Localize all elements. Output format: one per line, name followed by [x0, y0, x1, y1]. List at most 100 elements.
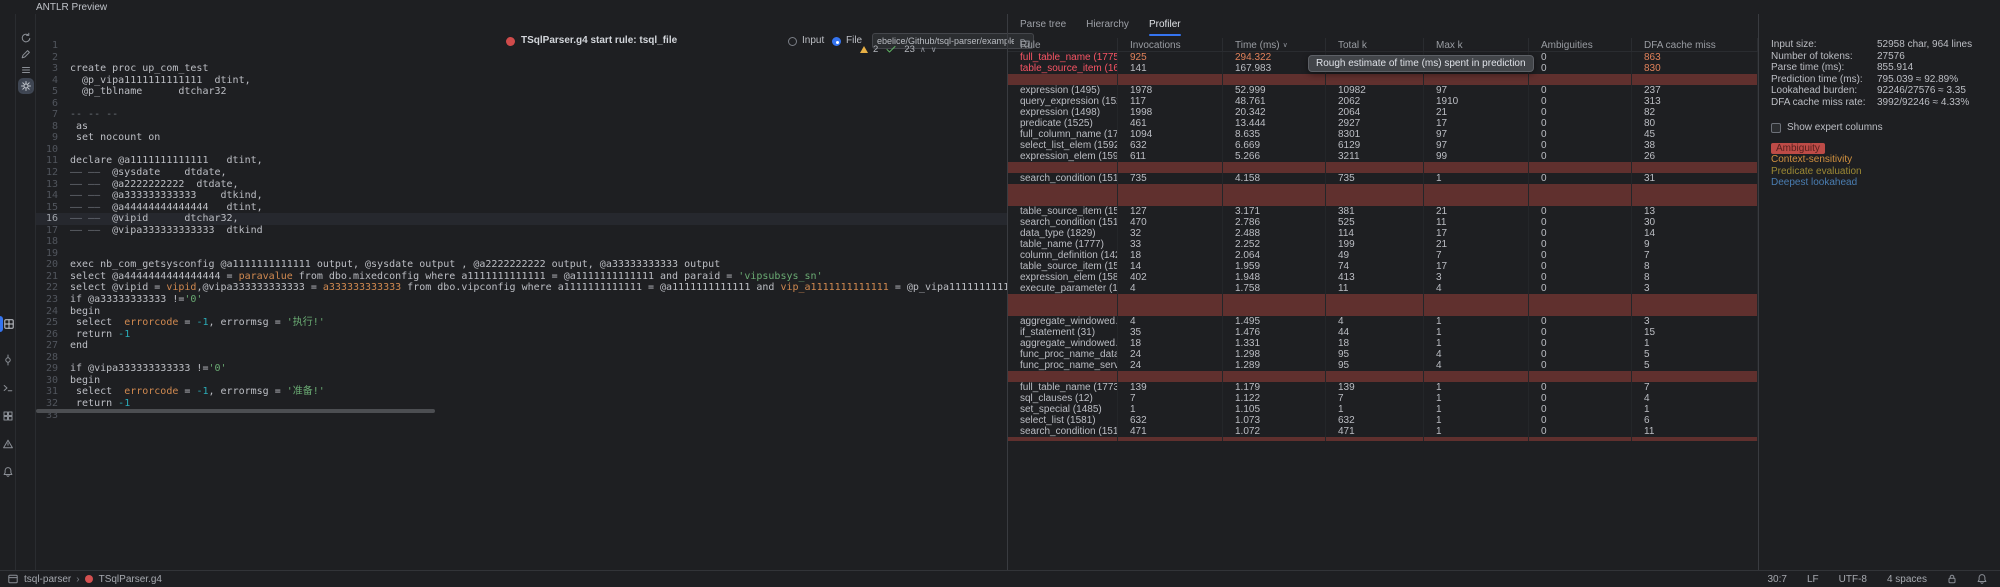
breadcrumb-project[interactable]: tsql-parser: [24, 574, 71, 585]
profiler-row[interactable]: full_table_name (1773)1391.179139107: [1008, 382, 1758, 393]
profiler-row[interactable]: search_condition (1517)4702.78652511030: [1008, 217, 1758, 228]
profiler-row[interactable]: full_column_name (17…10948.635830197045: [1008, 129, 1758, 140]
profiler-row[interactable]: [1008, 437, 1758, 441]
profiler-row[interactable]: [1008, 162, 1758, 173]
profiler-row[interactable]: expression_elem (1589)4021.948413308: [1008, 272, 1758, 283]
notifications-icon[interactable]: [2, 466, 14, 478]
gear-icon[interactable]: [20, 80, 32, 92]
layout-icon[interactable]: [5, 571, 21, 587]
code-line[interactable]: 22select @vipid = vipid,@vipa33333333333…: [36, 282, 1007, 294]
code-line[interactable]: 13—— —— @a2222222222 dtdate,: [36, 179, 1007, 191]
profiler-row[interactable]: sql_clauses (12)71.1227104: [1008, 393, 1758, 404]
breadcrumb-file[interactable]: TSqlParser.g4: [99, 574, 162, 585]
profiler-row[interactable]: query_expression (1527)11748.76120621910…: [1008, 96, 1758, 107]
readonly-lock-icon[interactable]: [1944, 571, 1960, 587]
line-separator[interactable]: LF: [1807, 574, 1819, 585]
code-line[interactable]: 21select @a4444444444444444 = paravalue …: [36, 271, 1007, 283]
file-encoding[interactable]: UTF-8: [1839, 574, 1867, 585]
code-line[interactable]: 17—— —— @vipa333333333333 dtkind: [36, 225, 1007, 237]
code-line[interactable]: 27end: [36, 340, 1007, 352]
profiler-row[interactable]: expression (1498)199820.342206421082: [1008, 107, 1758, 118]
show-expert-columns-checkbox[interactable]: [1771, 123, 1781, 133]
code-line[interactable]: 28: [36, 352, 1007, 364]
profiler-row[interactable]: set_special (1485)11.1051101: [1008, 404, 1758, 415]
column-header-total_k[interactable]: Total k: [1326, 38, 1424, 52]
horizontal-scrollbar[interactable]: [36, 409, 435, 413]
prev-issue-chevron-icon[interactable]: ∧: [920, 46, 926, 54]
code-line[interactable]: 7-- -- --: [36, 109, 1007, 121]
code-line[interactable]: 6: [36, 98, 1007, 110]
code-line[interactable]: 5 @p_tblname dtchar32: [36, 86, 1007, 98]
code-line[interactable]: 10: [36, 144, 1007, 156]
profiler-row[interactable]: expression (1495)197852.99910982970237: [1008, 85, 1758, 96]
list-icon[interactable]: [20, 64, 32, 76]
column-header-ambiguities[interactable]: Ambiguities: [1529, 38, 1632, 52]
profiler-row[interactable]: [1008, 184, 1758, 195]
services-icon[interactable]: [2, 410, 14, 422]
refresh-icon[interactable]: [20, 32, 32, 44]
column-header-invocations[interactable]: Invocations: [1118, 38, 1223, 52]
profiler-row[interactable]: [1008, 305, 1758, 316]
profiler-row[interactable]: func_proc_name_serv…241.28995405: [1008, 360, 1758, 371]
tab-parse-tree[interactable]: Parse tree: [1020, 14, 1066, 36]
profiler-row[interactable]: table_name (1777)332.2521992109: [1008, 239, 1758, 250]
code-line[interactable]: 32 return -1: [36, 398, 1007, 410]
problems-icon[interactable]: [2, 438, 14, 450]
pencil-icon[interactable]: [20, 48, 32, 60]
code-line[interactable]: 14—— —— @a333333333333 dtkind,: [36, 190, 1007, 202]
tab-hierarchy[interactable]: Hierarchy: [1086, 14, 1129, 36]
code-line[interactable]: 16—— —— @vipid dtchar32,: [36, 213, 1007, 225]
profiler-row[interactable]: column_definition (1421)182.06449707: [1008, 250, 1758, 261]
code-line[interactable]: 3create proc up_com_test: [36, 63, 1007, 75]
profiler-row[interactable]: [1008, 371, 1758, 382]
code-line[interactable]: 26 return -1: [36, 329, 1007, 341]
column-header-time[interactable]: Time (ms)∨: [1223, 38, 1326, 52]
profiler-row[interactable]: search_condition (1516)4711.0724711011: [1008, 426, 1758, 437]
code-line[interactable]: 31 select errorcode = -1, errormsg = '准备…: [36, 386, 1007, 398]
code-line[interactable]: 23if @a33333333333 !='0': [36, 294, 1007, 306]
cell-invocations: 24: [1118, 349, 1223, 360]
code-line[interactable]: 9 set nocount on: [36, 132, 1007, 144]
terminal-icon[interactable]: [2, 382, 14, 394]
code-line[interactable]: 24begin: [36, 306, 1007, 318]
next-issue-chevron-icon[interactable]: ∨: [931, 46, 937, 54]
profiler-row[interactable]: table_source_item (15…141.959741708: [1008, 261, 1758, 272]
column-header-max_k[interactable]: Max k: [1424, 38, 1529, 52]
profiler-row[interactable]: select_list (1581)6321.073632106: [1008, 415, 1758, 426]
profiler-row[interactable]: [1008, 195, 1758, 206]
code-line[interactable]: 20exec nb_com_getsysconfig @a11111111111…: [36, 259, 1007, 271]
indent-style[interactable]: 4 spaces: [1887, 574, 1927, 585]
column-header-rule[interactable]: Rule: [1008, 38, 1118, 52]
code-line[interactable]: 8 as: [36, 121, 1007, 133]
profiler-row[interactable]: if_statement (31)351.476441015: [1008, 327, 1758, 338]
code-line[interactable]: 18: [36, 236, 1007, 248]
tab-profiler[interactable]: Profiler: [1149, 14, 1181, 36]
profiler-row[interactable]: execute_parameter (1…41.75811403: [1008, 283, 1758, 294]
code-line[interactable]: 25 select errorcode = -1, errormsg = '执行…: [36, 317, 1007, 329]
code-line[interactable]: 15—— —— @a44444444444444 dtint,: [36, 202, 1007, 214]
commit-icon[interactable]: [2, 354, 14, 366]
code-line[interactable]: 30begin: [36, 375, 1007, 387]
code-line[interactable]: 19: [36, 248, 1007, 260]
profiler-row[interactable]: select_list_elem (1592)6326.669612997038: [1008, 140, 1758, 151]
input-editor[interactable]: 123create proc up_com_test4 @p_vipa11111…: [36, 40, 1007, 570]
profiler-row[interactable]: search_condition (1519)7354.1587351031: [1008, 173, 1758, 184]
notifications-bell-icon[interactable]: [1974, 571, 1990, 587]
column-header-dfa_cache_miss[interactable]: DFA cache miss: [1632, 38, 1758, 52]
profiler-row[interactable]: [1008, 294, 1758, 305]
code-line[interactable]: 11declare @a1111111111111 dtint,: [36, 155, 1007, 167]
profiler-row[interactable]: expression_elem (1590)6115.266321199026: [1008, 151, 1758, 162]
profiler-row[interactable]: aggregate_windowed…181.33118101: [1008, 338, 1758, 349]
profiler-row[interactable]: aggregate_windowed…41.4954103: [1008, 316, 1758, 327]
profiler-row[interactable]: [1008, 74, 1758, 85]
profiler-row[interactable]: table_source_item (15…1273.17138121013: [1008, 206, 1758, 217]
profiler-row[interactable]: predicate (1525)46113.444292717080: [1008, 118, 1758, 129]
profiler-row[interactable]: func_proc_name_data…241.29895405: [1008, 349, 1758, 360]
caret-position[interactable]: 30:7: [1767, 574, 1786, 585]
code-line[interactable]: 4 @p_vipa1111111111111 dtint,: [36, 75, 1007, 87]
antlr-preview-icon[interactable]: [3, 318, 15, 330]
profiler-row[interactable]: data_type (1829)322.48811417014: [1008, 228, 1758, 239]
code-line[interactable]: 29if @vipa333333333333 !='0': [36, 363, 1007, 375]
inspections-widget[interactable]: 2 23 ∧ ∨: [860, 43, 937, 56]
code-line[interactable]: 12—— —— @sysdate dtdate,: [36, 167, 1007, 179]
